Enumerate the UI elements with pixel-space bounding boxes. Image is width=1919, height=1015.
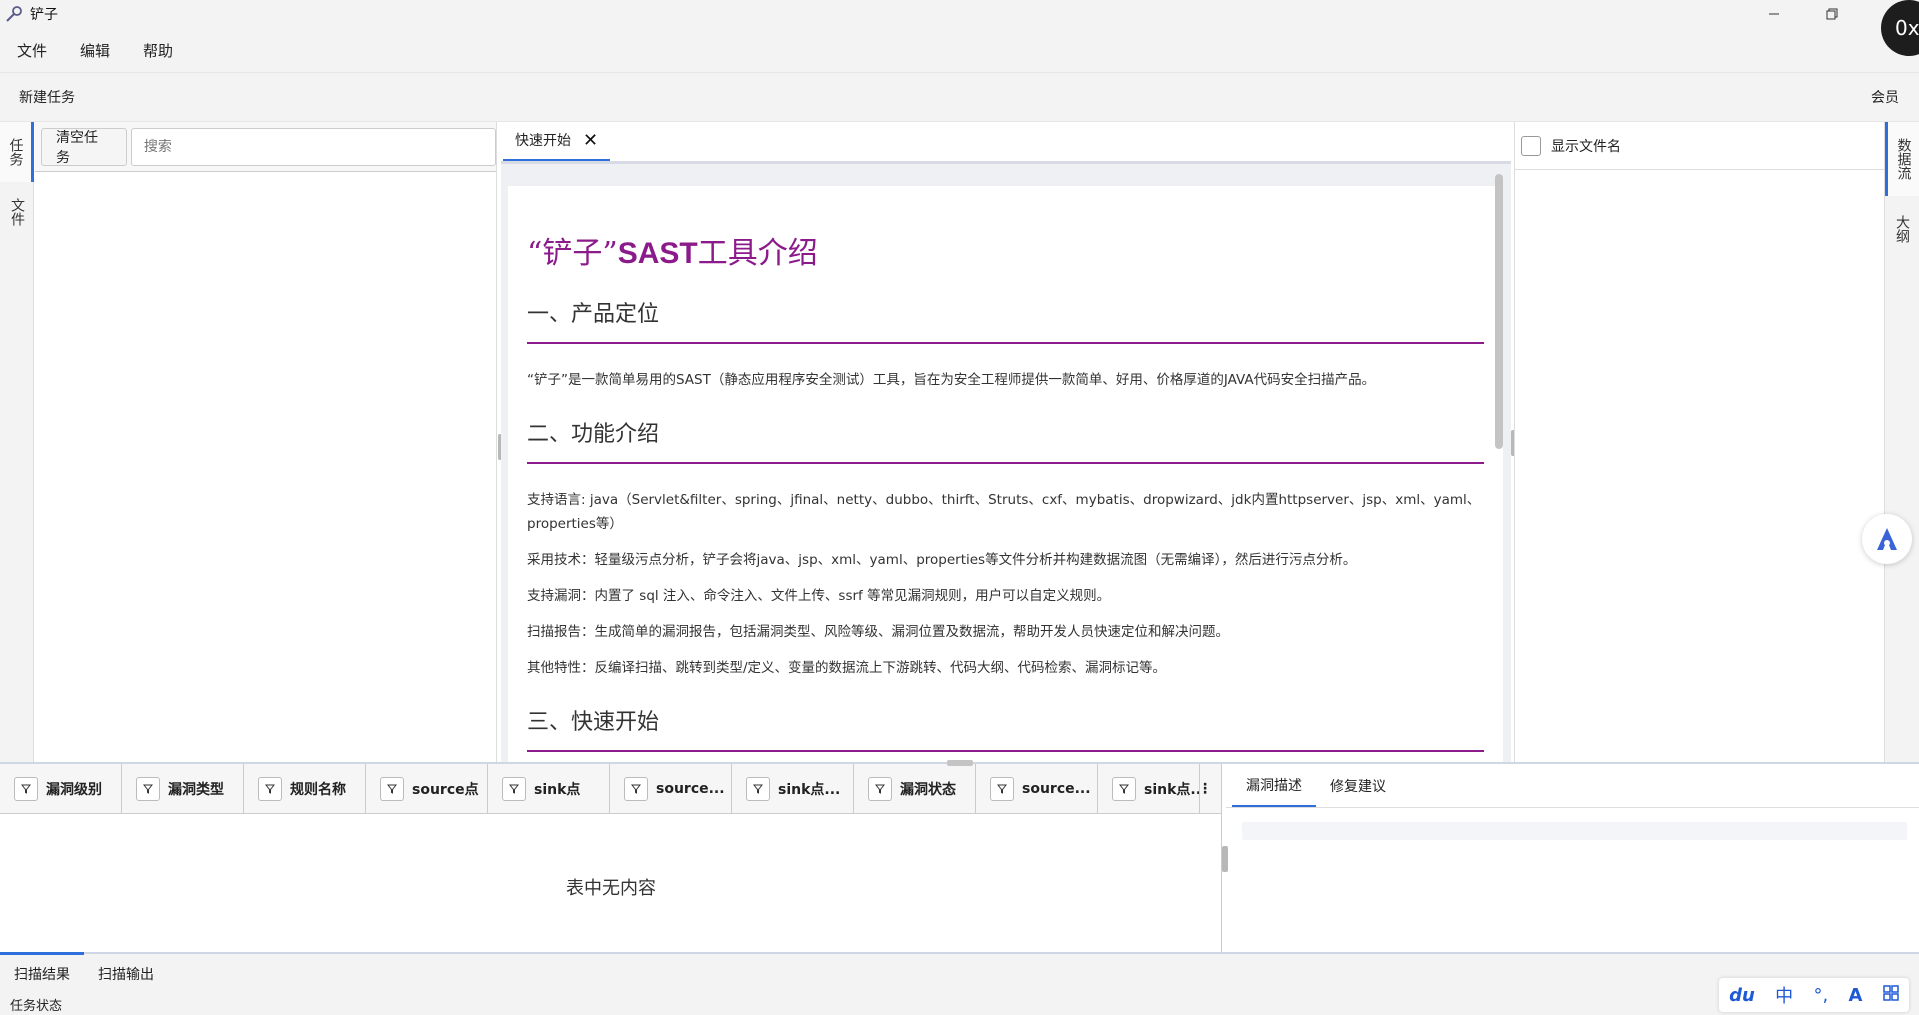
tab-quick-start-label: 快速开始 bbox=[515, 133, 571, 149]
window-title: 铲子 bbox=[30, 7, 58, 23]
doc-feature-technique: 采用技术：轻量级污点分析，铲子会将java、jsp、xml、yaml、prope… bbox=[527, 552, 1357, 568]
show-filename-row: 显示文件名 bbox=[1515, 122, 1884, 170]
assistant-icon[interactable] bbox=[1862, 514, 1912, 564]
doc-feature-vulns: 支持漏洞：内置了 sql 注入、命令注入、文件上传、ssrf 等常见漏洞规则，用… bbox=[527, 588, 1111, 604]
column-label: 漏洞类型 bbox=[168, 781, 224, 798]
document-view: “铲子”SAST工具介绍 一、产品定位 “铲子”是一款简单易用的SAST（静态应… bbox=[508, 186, 1503, 762]
ime-grid-icon[interactable] bbox=[1883, 984, 1899, 1006]
filter-icon[interactable] bbox=[746, 776, 770, 801]
column-header[interactable]: 漏洞级别 bbox=[0, 764, 122, 813]
results-table: 漏洞级别 漏洞类型 规则名称 source点 sink点 source... s… bbox=[0, 764, 1222, 954]
detail-tabs: 漏洞描述 修复建议 bbox=[1226, 764, 1919, 808]
column-label: sink点 bbox=[534, 781, 581, 798]
filter-icon[interactable] bbox=[868, 776, 892, 801]
column-label: sink点... bbox=[1144, 781, 1199, 798]
new-task-button[interactable]: 新建任务 bbox=[19, 87, 75, 107]
column-header[interactable]: sink点 bbox=[488, 764, 610, 813]
doc-feature-report: 扫描报告：生成简单的漏洞报告，包括漏洞类型、风险等级、漏洞位置及数据流，帮助开发… bbox=[527, 624, 1229, 640]
column-header[interactable]: sink点... bbox=[732, 764, 854, 813]
menu-edit[interactable]: 编辑 bbox=[63, 40, 126, 61]
document-scrollbar[interactable] bbox=[1495, 174, 1503, 449]
tab-quick-start[interactable]: 快速开始 ✕ bbox=[503, 121, 611, 161]
tab-vuln-description[interactable]: 漏洞描述 bbox=[1232, 764, 1316, 807]
column-label: 漏洞级别 bbox=[46, 781, 102, 798]
editor-tabstrip: 快速开始 ✕ bbox=[501, 122, 1511, 164]
status-bar: 任务状态 bbox=[0, 994, 1919, 1015]
doc-feature-other: 其他特性：反编译扫描、跳转到类型/定义、变量的数据流上下游跳转、代码大纲、代码检… bbox=[527, 660, 1167, 676]
tab-scan-output[interactable]: 扫描输出 bbox=[84, 954, 168, 994]
close-icon[interactable]: ✕ bbox=[583, 130, 598, 151]
show-filename-checkbox[interactable] bbox=[1521, 135, 1541, 156]
column-label: sink点... bbox=[778, 781, 841, 798]
doc-intro-paragraph: “铲子”是一款简单易用的SAST（静态应用程序安全测试）工具，旨在为安全工程师提… bbox=[527, 372, 1376, 388]
column-header[interactable]: 规则名称 bbox=[244, 764, 366, 813]
title-bar: 铲子 0x bbox=[0, 0, 1919, 56]
task-panel: 清空任务 bbox=[35, 122, 497, 762]
ime-skin-icon[interactable]: A bbox=[1849, 985, 1863, 1006]
doc-heading-3: 三、快速开始 bbox=[527, 704, 1484, 752]
task-toolbar: 清空任务 bbox=[35, 122, 496, 172]
member-button[interactable]: 会员 bbox=[1871, 87, 1899, 107]
empty-table-message: 表中无内容 bbox=[566, 878, 656, 899]
tab-scan-results[interactable]: 扫描结果 bbox=[0, 952, 84, 992]
restore-button[interactable] bbox=[1803, 0, 1861, 28]
left-side-tabs: 任务 文件 bbox=[0, 122, 34, 762]
tab-outline[interactable]: 大纲 bbox=[1885, 196, 1919, 262]
filter-icon[interactable] bbox=[502, 776, 526, 801]
column-header[interactable]: 漏洞类型 bbox=[122, 764, 244, 813]
filter-icon[interactable] bbox=[1112, 776, 1136, 801]
column-header[interactable]: source... bbox=[976, 764, 1098, 813]
filter-icon[interactable] bbox=[136, 776, 160, 801]
right-side-tabs: 数据流 大纲 bbox=[1884, 122, 1919, 762]
ime-toolbar: du 中 °, A bbox=[1719, 978, 1909, 1012]
table-header: 漏洞级别 漏洞类型 规则名称 source点 sink点 source... s… bbox=[0, 764, 1221, 814]
column-header[interactable]: source点 bbox=[366, 764, 488, 813]
column-label: source点 bbox=[412, 781, 479, 798]
doc-heading-2: 二、功能介绍 bbox=[527, 416, 1484, 464]
menu-file[interactable]: 文件 bbox=[0, 40, 63, 61]
column-label: 漏洞状态 bbox=[900, 781, 956, 798]
column-header[interactable]: sink点... bbox=[1098, 764, 1200, 813]
column-label: source... bbox=[656, 780, 725, 797]
bottom-tabs: 扫描结果 扫描输出 bbox=[0, 952, 1919, 994]
column-header[interactable]: 漏洞状态 bbox=[854, 764, 976, 813]
shovel-icon bbox=[4, 4, 24, 24]
bottom-splitter-grip[interactable] bbox=[947, 760, 973, 766]
dataflow-panel: 显示文件名 bbox=[1514, 122, 1884, 762]
filter-icon[interactable] bbox=[380, 776, 404, 801]
menu-help[interactable]: 帮助 bbox=[126, 40, 189, 61]
column-header[interactable]: source... bbox=[610, 764, 732, 813]
minimize-button[interactable] bbox=[1745, 0, 1803, 28]
tab-dataflow[interactable]: 数据流 bbox=[1885, 122, 1919, 196]
filter-icon[interactable] bbox=[14, 776, 38, 801]
task-status-label: 任务状态 bbox=[10, 999, 63, 1014]
tab-fix-suggestion[interactable]: 修复建议 bbox=[1316, 764, 1400, 807]
menu-bar: 文件 编辑 帮助 bbox=[0, 28, 1919, 72]
column-label: 规则名称 bbox=[290, 781, 346, 798]
detail-panel: 漏洞描述 修复建议 bbox=[1226, 764, 1919, 954]
tab-tasks[interactable]: 任务 bbox=[0, 122, 34, 182]
detail-content bbox=[1242, 822, 1907, 840]
doc-title-bold: SAST bbox=[617, 237, 698, 270]
filter-icon[interactable] bbox=[624, 776, 648, 801]
doc-title-quote: “铲子” bbox=[527, 236, 618, 271]
doc-heading-1: 一、产品定位 bbox=[527, 296, 1484, 344]
tab-files[interactable]: 文件 bbox=[0, 182, 34, 242]
filter-icon[interactable] bbox=[258, 776, 282, 801]
ime-lang-toggle[interactable]: 中 bbox=[1775, 982, 1793, 1008]
ime-logo-icon[interactable]: du bbox=[1729, 985, 1755, 1006]
toolbar: 新建任务 会员 bbox=[0, 72, 1919, 122]
filter-icon[interactable] bbox=[990, 776, 1014, 801]
search-input[interactable] bbox=[130, 127, 496, 166]
show-filename-label: 显示文件名 bbox=[1551, 138, 1621, 155]
editor-area: 快速开始 ✕ “铲子”SAST工具介绍 一、产品定位 “铲子”是一款简单易用的S… bbox=[501, 122, 1511, 762]
column-label: source... bbox=[1022, 780, 1091, 797]
doc-title: “铲子”SAST工具介绍 bbox=[527, 228, 1484, 272]
more-columns-icon[interactable]: ⋮ bbox=[1198, 764, 1212, 813]
doc-title-rest: 工具介绍 bbox=[697, 236, 818, 271]
ime-punct-toggle[interactable]: °, bbox=[1813, 985, 1828, 1006]
clear-tasks-button[interactable]: 清空任务 bbox=[41, 127, 127, 166]
doc-feature-languages: 支持语言: java（Servlet&filter、spring、jfinal、… bbox=[527, 492, 1481, 532]
results-area: 漏洞级别 漏洞类型 规则名称 source点 sink点 source... s… bbox=[0, 762, 1919, 954]
